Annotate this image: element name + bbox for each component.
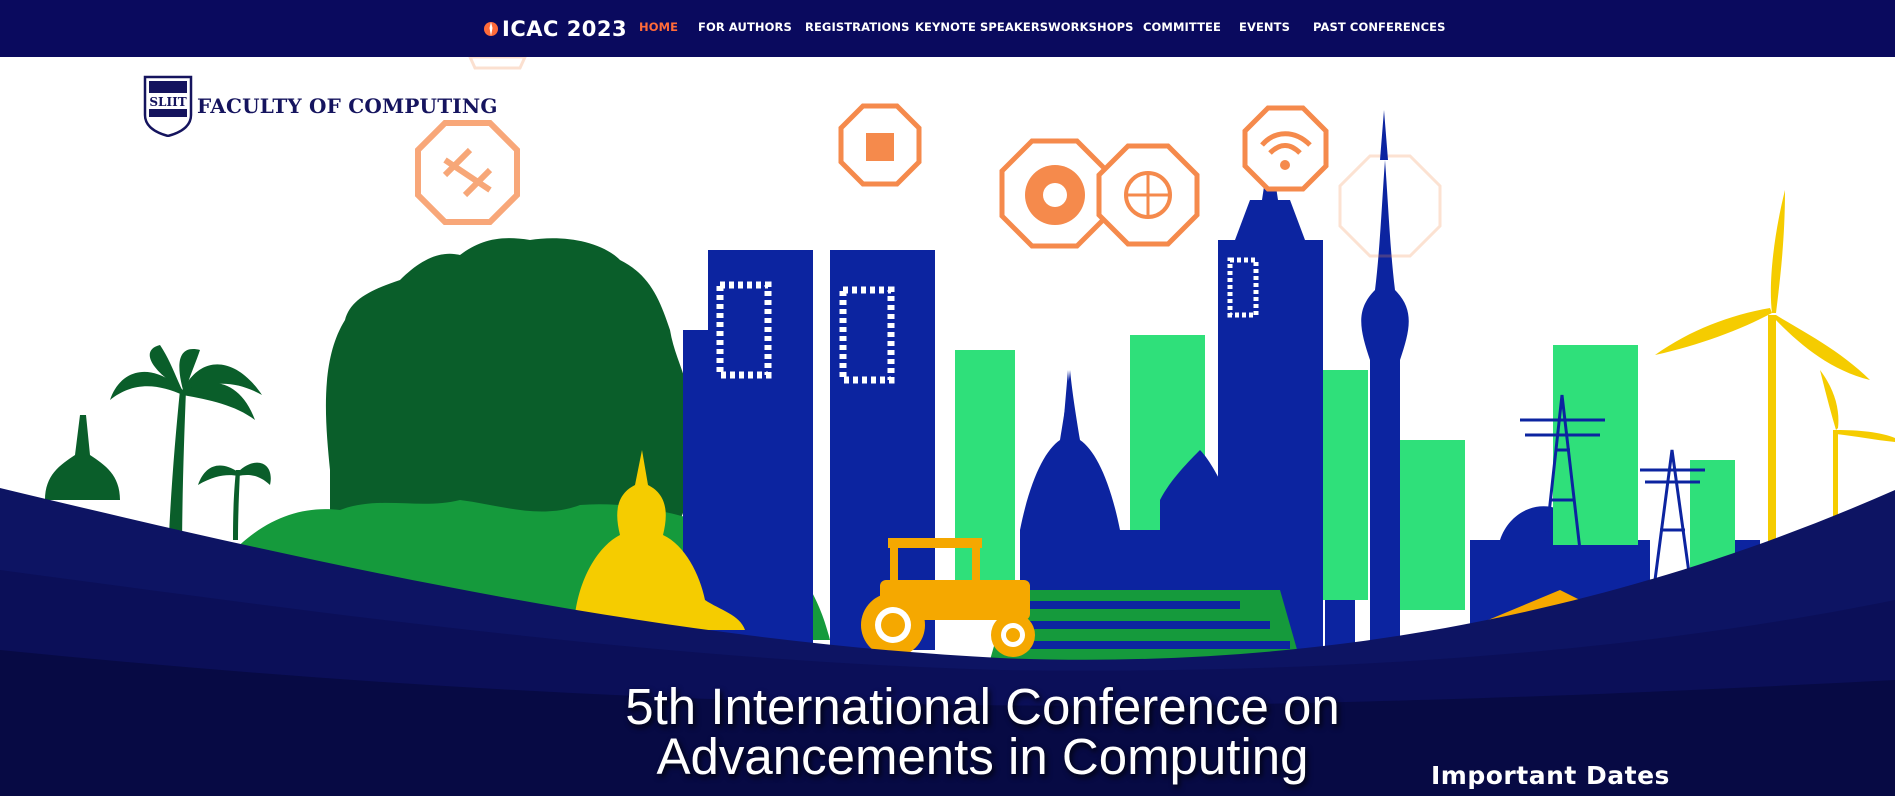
- satellite-icon: [415, 120, 520, 225]
- left-stupa: [45, 415, 120, 500]
- digital-globe-icon: [1096, 143, 1200, 247]
- faculty-logo[interactable]: SLIIT FACULTY OF COMPUTING: [143, 75, 498, 137]
- nav-keynote-speakers[interactable]: KEYNOTE SPEAKERS: [915, 20, 1048, 34]
- site-logo[interactable]: ICAC 2023: [483, 16, 627, 42]
- logo-mark-icon: [484, 22, 498, 36]
- hero-title: 5th International Conference on Advancem…: [560, 678, 1405, 785]
- top-navbar: ICAC 2023 HOME FOR AUTHORS REGISTRATIONS…: [0, 0, 1895, 57]
- blockchain-cube-icon: [838, 103, 922, 187]
- logo-text: ICAC 2023: [502, 17, 628, 41]
- wifi-icon: [1242, 105, 1329, 192]
- faculty-logo-text: FACULTY OF COMPUTING: [197, 94, 498, 118]
- nav-events[interactable]: EVENTS: [1239, 20, 1290, 34]
- nav-committee[interactable]: COMMITTEE: [1143, 20, 1221, 34]
- nav-for-authors[interactable]: FOR AUTHORS: [698, 20, 792, 34]
- crest-text: SLIIT: [149, 95, 186, 109]
- nav-home[interactable]: HOME: [639, 20, 678, 34]
- nav-workshops[interactable]: WORKSHOPS: [1048, 20, 1134, 34]
- hero-title-line-2: Advancements in Computing: [656, 728, 1309, 785]
- nav-past-conferences[interactable]: PAST CONFERENCES: [1313, 20, 1445, 34]
- lotus-tower: [1380, 110, 1388, 160]
- faint-octagon-icon: [468, 57, 527, 70]
- nav-registrations[interactable]: REGISTRATIONS: [805, 20, 910, 34]
- important-dates-heading: Important Dates: [1431, 761, 1670, 790]
- hero-title-line-1: 5th International Conference on: [625, 678, 1340, 735]
- global-economy-icon: [999, 138, 1110, 249]
- sliit-crest-icon: SLIIT: [143, 75, 193, 137]
- green-fields: [990, 590, 1300, 660]
